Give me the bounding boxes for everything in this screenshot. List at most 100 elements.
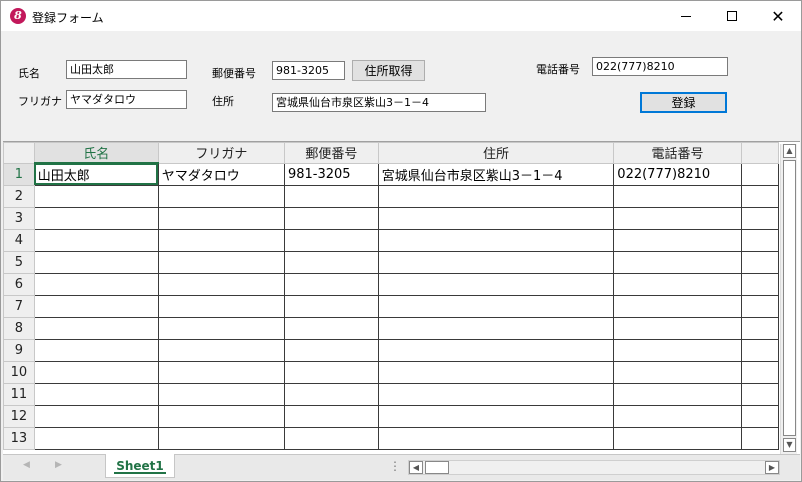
row-header[interactable]: 12 [3,404,35,428]
grid-cell[interactable] [740,228,779,252]
grid-cell[interactable] [377,360,615,384]
grid-cell[interactable] [33,294,159,318]
grid-cell[interactable] [377,316,615,340]
grid-cell[interactable] [33,426,159,450]
name-field[interactable]: 山田太郎 [66,60,187,79]
register-button[interactable]: 登録 [640,92,727,113]
zip-field[interactable]: 981-3205 [272,61,345,80]
grid-cell[interactable] [740,272,779,296]
grid-cell[interactable] [283,426,379,450]
grid-cell[interactable] [157,316,285,340]
grid-cell[interactable] [740,184,779,208]
grid-cell[interactable] [33,272,159,296]
grid-cell[interactable] [377,404,615,428]
grid-cell[interactable] [613,316,742,340]
grid-cell[interactable] [740,404,779,428]
grid-cell[interactable] [283,360,379,384]
column-header[interactable]: 氏名 [33,142,159,164]
grid-cell[interactable] [613,360,742,384]
grid-cell[interactable] [283,294,379,318]
grid-cell[interactable] [283,404,379,428]
grid-cell[interactable] [283,316,379,340]
grid-cell[interactable] [377,338,615,362]
title-bar[interactable]: 8 登録フォーム ✕ [1,1,801,31]
grid-cell[interactable] [613,206,742,230]
scroll-left-arrow[interactable]: ◀ [409,461,423,474]
phone-field[interactable]: 022(777)8210 [592,57,728,76]
spreadsheet[interactable]: 氏名 フリガナ 郵便番号 住所 電話番号 1 山田太郎 ヤマダタロウ 981-3205… [3,141,800,480]
grid-cell[interactable] [283,338,379,362]
grid-cell[interactable] [33,206,159,230]
data-grid[interactable]: 氏名 フリガナ 郵便番号 住所 電話番号 1 山田太郎 ヤマダタロウ 981-3205… [3,142,779,450]
grid-cell[interactable] [157,228,285,252]
grid-cell[interactable] [157,272,285,296]
row-header[interactable]: 5 [3,250,35,274]
grid-cell[interactable] [377,228,615,252]
grid-cell[interactable] [613,272,742,296]
grid-cell[interactable] [33,360,159,384]
row-header[interactable]: 2 [3,184,35,208]
grid-cell[interactable] [283,206,379,230]
sheet-prev-icon[interactable]: ◀ [23,460,30,470]
grid-cell[interactable] [377,206,615,230]
grid-cell[interactable] [157,338,285,362]
grid-cell[interactable] [33,404,159,428]
grid-cell[interactable] [613,426,742,450]
grid-cell[interactable] [157,294,285,318]
row-header[interactable]: 7 [3,294,35,318]
splitter-handle[interactable]: ⋮ [389,459,401,473]
row-header[interactable]: 13 [3,426,35,450]
grid-cell[interactable] [33,316,159,340]
grid-cell[interactable] [740,206,779,230]
grid-cell[interactable] [740,338,779,362]
grid-cell[interactable] [613,228,742,252]
column-header[interactable] [740,142,779,164]
grid-cell[interactable] [613,250,742,274]
grid-cell[interactable] [740,294,779,318]
grid-cell[interactable] [740,316,779,340]
grid-cell[interactable]: ヤマダタロウ [157,162,285,186]
grid-cell[interactable] [377,294,615,318]
grid-cell[interactable] [283,272,379,296]
row-header[interactable]: 11 [3,382,35,406]
scroll-up-arrow[interactable]: ▲ [783,144,796,158]
horizontal-scrollbar[interactable]: ◀ ▶ [408,460,780,475]
grid-cell[interactable] [157,360,285,384]
grid-cell[interactable] [613,382,742,406]
horizontal-scroll-thumb[interactable] [425,461,449,474]
grid-cell[interactable] [157,404,285,428]
grid-cell[interactable] [283,382,379,406]
grid-cell[interactable] [33,184,159,208]
column-header[interactable]: 住所 [377,142,615,164]
grid-cell[interactable] [157,426,285,450]
grid-cell[interactable] [377,272,615,296]
grid-cell[interactable]: 022(777)8210 [613,162,742,186]
address-field[interactable]: 宮城県仙台市泉区紫山3－1－4 [272,93,486,112]
grid-cell[interactable] [613,184,742,208]
grid-cell[interactable] [377,426,615,450]
vertical-scroll-thumb[interactable] [783,160,796,436]
column-header[interactable]: 郵便番号 [283,142,379,164]
grid-cell[interactable] [740,162,779,186]
row-header[interactable]: 4 [3,228,35,252]
grid-cell[interactable] [613,404,742,428]
grid-cell[interactable] [377,250,615,274]
grid-cell[interactable] [613,338,742,362]
grid-cell[interactable] [33,228,159,252]
scroll-right-arrow[interactable]: ▶ [765,461,779,474]
row-header[interactable]: 3 [3,206,35,230]
grid-cell[interactable] [283,184,379,208]
vertical-scrollbar[interactable]: ▲ ▼ [780,144,797,454]
grid-cell[interactable] [33,338,159,362]
minimize-button[interactable] [663,1,709,31]
maximize-button[interactable] [709,1,755,31]
address-fetch-button[interactable]: 住所取得 [352,60,425,81]
sheet-next-icon[interactable]: ▶ [55,460,62,470]
grid-cell[interactable] [33,382,159,406]
row-header[interactable]: 10 [3,360,35,384]
row-header[interactable]: 1 [3,162,35,186]
grid-cell[interactable] [740,360,779,384]
grid-cell[interactable] [157,184,285,208]
grid-cell[interactable]: 宮城県仙台市泉区紫山3－1－4 [377,162,615,186]
grid-cell[interactable] [157,206,285,230]
